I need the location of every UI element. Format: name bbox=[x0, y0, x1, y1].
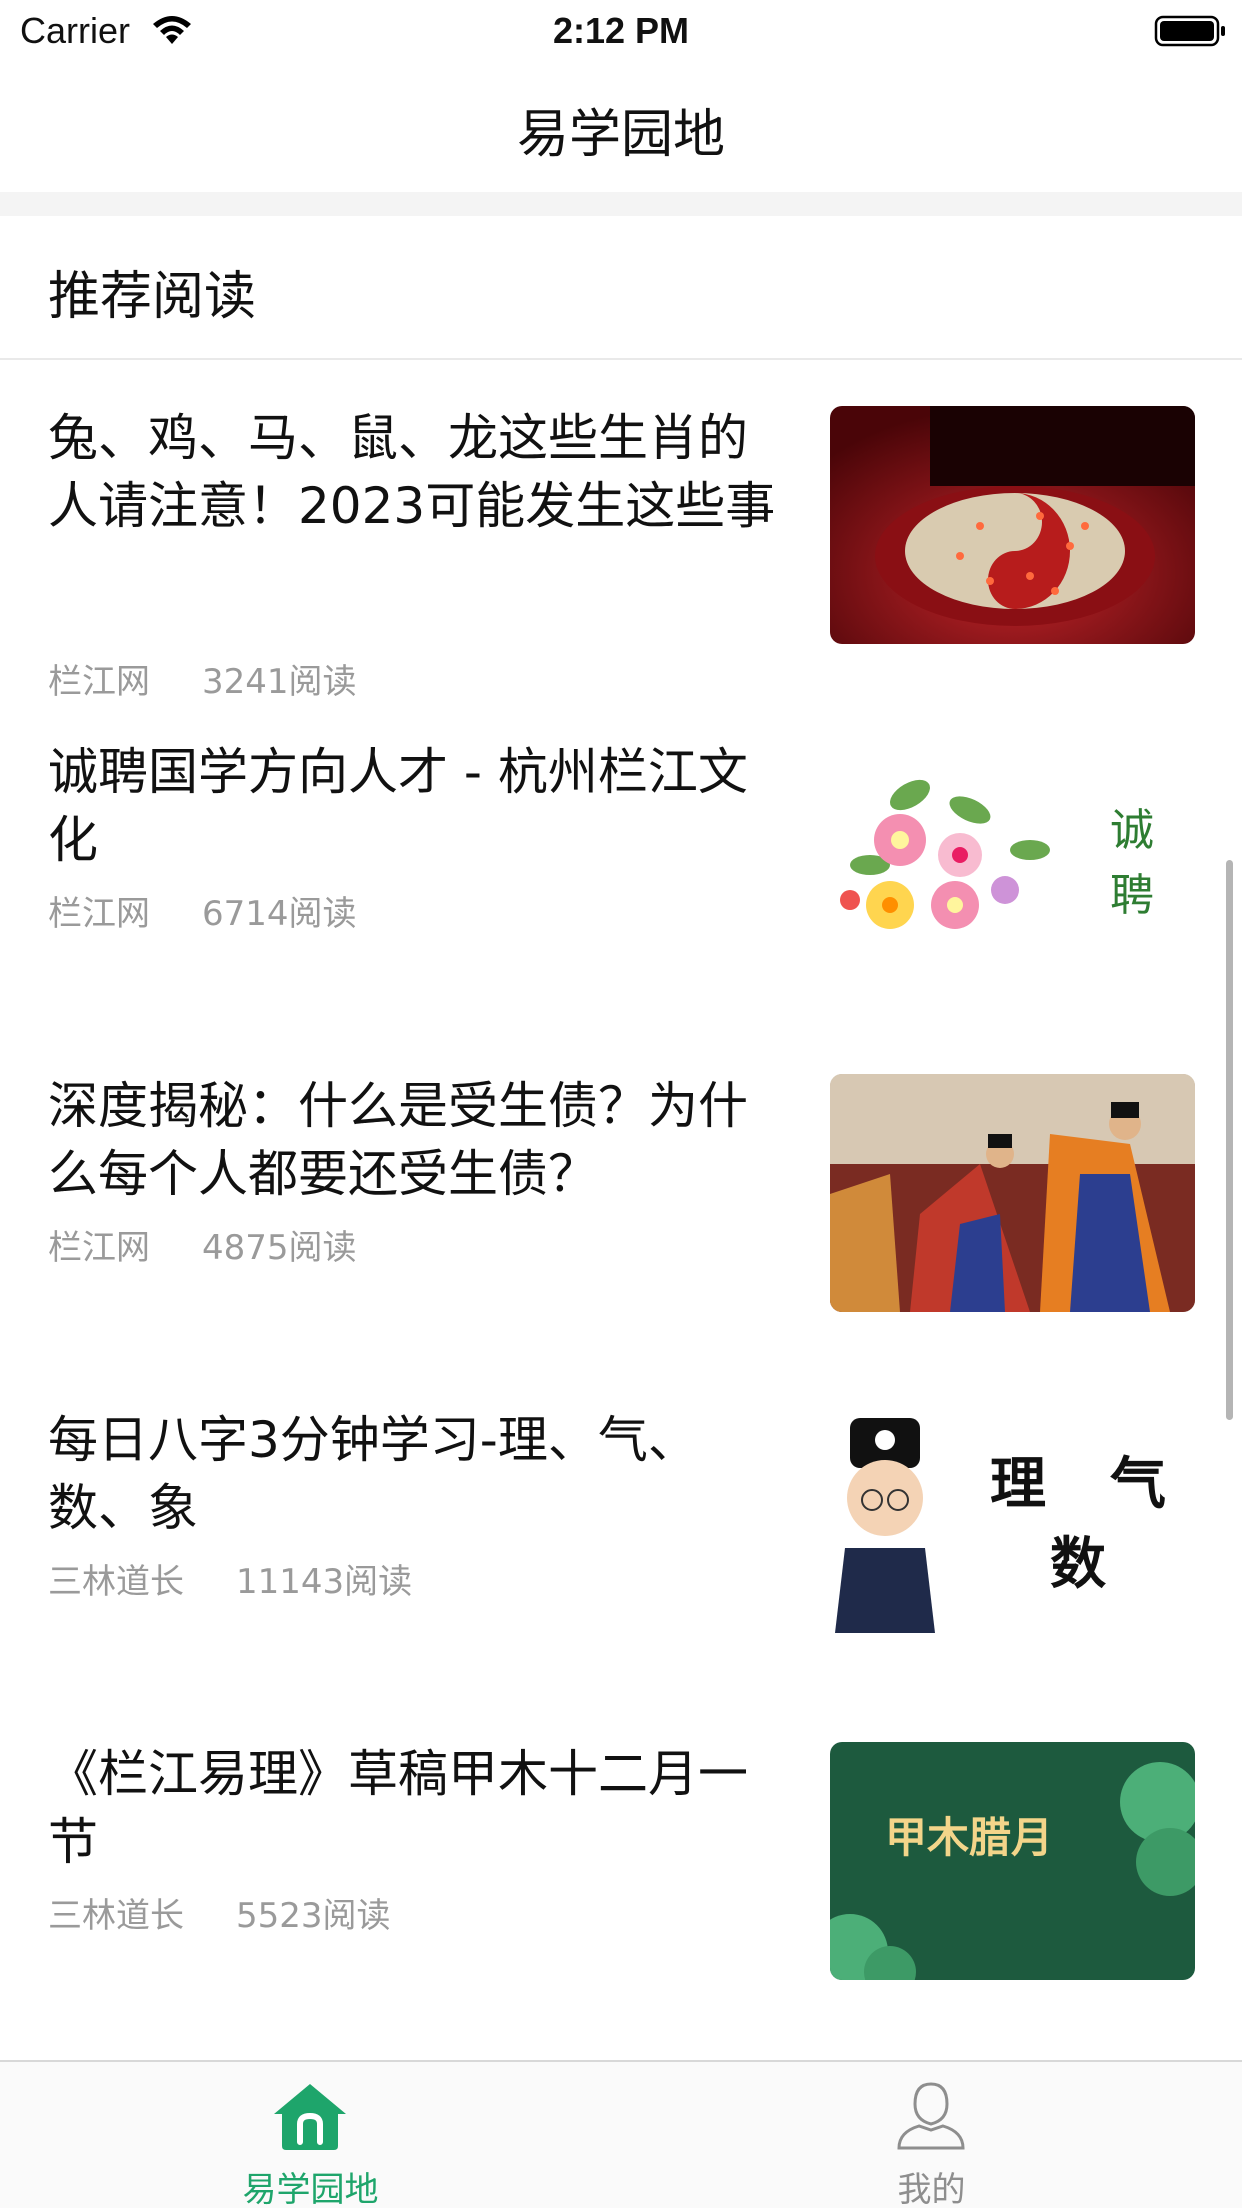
thumbnail-text: 数 bbox=[1050, 1531, 1106, 1597]
article-thumbnail: 甲木腊月 bbox=[830, 1742, 1195, 1980]
article-item[interactable]: 诚聘国学方向人才 - 杭州栏江文化 栏江网 6714阅读 诚 聘 bbox=[0, 694, 1242, 1028]
thumbnail-text: 聘 bbox=[1110, 870, 1154, 921]
section-title: 推荐阅读 bbox=[48, 267, 257, 327]
article-meta: 三林道长 11143阅读 bbox=[48, 1554, 412, 1603]
tab-bar: 易学园地 我的 bbox=[0, 2060, 1242, 2208]
article-meta: 三林道长 5523阅读 bbox=[48, 1888, 391, 1937]
article-title: 每日八字3分钟学习-理、气、数、象 bbox=[48, 1411, 698, 1537]
scroll-indicator[interactable] bbox=[1226, 860, 1233, 1420]
tab-home[interactable]: 易学园地 bbox=[0, 2062, 621, 2208]
article-source: 三林道长 bbox=[48, 1562, 184, 1602]
article-source: 栏江网 bbox=[48, 894, 150, 934]
article-title: 兔、鸡、马、鼠、龙这些生肖的人请注意！2023可能发生这些事 bbox=[48, 409, 776, 535]
article-source: 三林道长 bbox=[48, 1896, 184, 1936]
article-thumbnail: 诚 聘 bbox=[830, 740, 1195, 978]
thumbnail-text: 气 bbox=[1110, 1451, 1166, 1517]
clock: 2:12 PM bbox=[552, 10, 690, 51]
article-title: 深度揭秘：什么是受生债？为什么每个人都要还受生债？ bbox=[48, 1077, 748, 1203]
article-item[interactable]: 深度揭秘：什么是受生债？为什么每个人都要还受生债？ 栏江网 4875阅读 bbox=[0, 1028, 1242, 1362]
thumbnail-text: 甲木腊月 bbox=[885, 1813, 1053, 1862]
article-meta: 栏江网 4875阅读 bbox=[48, 1220, 357, 1269]
thumbnail-text: 诚 bbox=[1110, 805, 1154, 856]
article-meta: 栏江网 6714阅读 bbox=[48, 886, 357, 935]
status-bar: Carrier 2:12 PM bbox=[0, 0, 1242, 62]
tab-profile[interactable]: 我的 bbox=[621, 2062, 1242, 2208]
article-title: 《栏江易理》草稿甲木十二月一节 bbox=[48, 1745, 748, 1871]
section-header: 推荐阅读 bbox=[0, 216, 1242, 360]
navigation-bar: 易学园地 bbox=[0, 62, 1242, 192]
article-list: 兔、鸡、马、鼠、龙这些生肖的人请注意！2023可能发生这些事 栏江网 3241阅读 bbox=[0, 360, 1242, 2060]
battery-icon bbox=[1154, 15, 1225, 47]
page-title: 易学园地 bbox=[516, 105, 725, 165]
article-reads: 11143阅读 bbox=[236, 1562, 413, 1602]
article-reads: 5523阅读 bbox=[236, 1896, 391, 1936]
tab-label: 易学园地 bbox=[242, 2170, 379, 2208]
article-item[interactable]: 兔、鸡、马、鼠、龙这些生肖的人请注意！2023可能发生这些事 栏江网 3241阅读 bbox=[0, 360, 1242, 702]
article-thumbnail bbox=[830, 1074, 1195, 1312]
section-divider bbox=[0, 192, 1242, 216]
home-icon bbox=[274, 2084, 346, 2150]
tab-label: 我的 bbox=[897, 2170, 966, 2208]
article-thumbnail bbox=[830, 406, 1195, 644]
user-icon bbox=[897, 2082, 965, 2150]
article-title: 诚聘国学方向人才 - 杭州栏江文化 bbox=[48, 743, 748, 869]
article-reads: 6714阅读 bbox=[202, 894, 357, 934]
thumbnail-text: 理 bbox=[990, 1451, 1046, 1517]
article-item[interactable]: 每日八字3分钟学习-理、气、数、象 三林道长 11143阅读 理 气 数 bbox=[0, 1362, 1242, 1696]
article-source: 栏江网 bbox=[48, 1228, 150, 1268]
article-item[interactable]: 《栏江易理》草稿甲木十二月一节 三林道长 5523阅读 甲木腊月 bbox=[0, 1696, 1242, 2030]
article-reads: 4875阅读 bbox=[202, 1228, 357, 1268]
article-thumbnail: 理 气 数 bbox=[830, 1408, 1195, 1646]
